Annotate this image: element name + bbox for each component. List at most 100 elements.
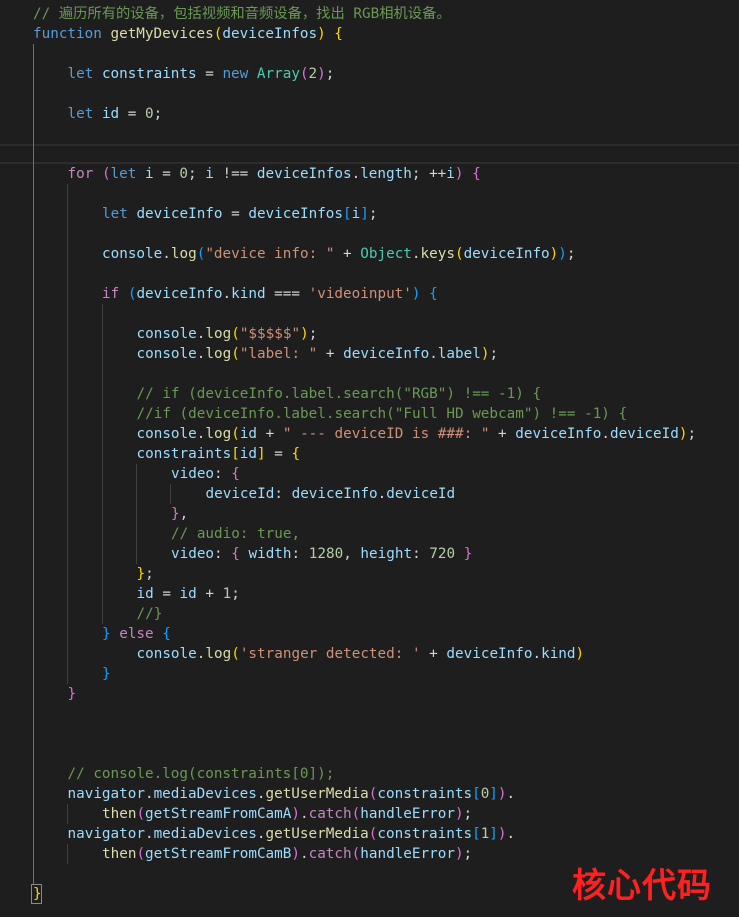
code-token: } [102, 626, 111, 642]
code-line[interactable]: if (deviceInfo.kind === 'videoinput') { [0, 284, 739, 304]
code-line[interactable]: } else { [0, 624, 739, 644]
code-token: + [317, 346, 344, 362]
code-line[interactable]: navigator.mediaDevices.getUserMedia(cons… [0, 784, 739, 804]
indent-guide [33, 44, 34, 884]
code-token: [ [343, 206, 352, 222]
code-line-text: then(getStreamFromCamB).catch(handleErro… [102, 844, 472, 864]
code-token: ) [411, 286, 421, 302]
code-token: ) [454, 166, 464, 182]
code-token: { [231, 546, 240, 562]
code-token: mediaDevices [153, 826, 257, 842]
code-token: { [472, 166, 481, 182]
code-line[interactable]: console.log("label: " + deviceInfo.label… [0, 344, 739, 364]
code-line-text: // 遍历所有的设备，包括视频和音频设备，找出 RGB相机设备。 [33, 4, 451, 24]
code-line[interactable]: } [0, 684, 739, 704]
code-token: 720 [429, 546, 456, 562]
code-token: = [153, 586, 180, 602]
code-token: // 遍历所有的设备，包括视频和音频设备，找出 RGB相机设备。 [33, 6, 451, 22]
code-token: i [205, 166, 214, 182]
code-line-text: then(getStreamFromCamA).catch(handleErro… [102, 804, 472, 824]
code-token: ; [153, 106, 163, 122]
code-line-text: video: { [171, 464, 240, 484]
code-token: 2 [308, 66, 318, 82]
code-line[interactable]: video: { [0, 464, 739, 484]
code-line[interactable]: //if (deviceInfo.label.search("Full HD w… [0, 404, 739, 424]
code-token: log [170, 246, 197, 262]
code-line[interactable]: constraints[id] = { [0, 444, 739, 464]
code-token: { [334, 26, 343, 42]
code-token: video [171, 466, 215, 482]
code-line[interactable]: console. log('stranger detected: ' + devi… [0, 644, 739, 664]
code-token: = [119, 106, 145, 122]
code-token: new [222, 66, 249, 82]
code-line[interactable]: navigator.mediaDevices.getUserMedia(cons… [0, 824, 739, 844]
code-line-text: console.log("device info: " + Object.key… [102, 244, 575, 264]
code-token: ) [300, 326, 309, 342]
code-token: deviceInfo [291, 486, 378, 502]
code-line[interactable]: } [0, 664, 739, 684]
code-line-text: console. log('stranger detected: ' + devi… [137, 644, 585, 664]
code-token: { [162, 626, 171, 642]
code-token: // audio: true, [171, 526, 301, 542]
code-token: deviceInfo [136, 206, 223, 222]
code-line[interactable]: }, [0, 504, 739, 524]
code-line[interactable]: video: { width: 1280, height: 720 } [0, 544, 739, 564]
code-token: ; [687, 426, 697, 442]
code-token: [ [472, 786, 481, 802]
code-editor[interactable]: // 遍历所有的设备，包括视频和音频设备，找出 RGB相机设备。 function… [0, 0, 739, 917]
code-line[interactable]: // audio: true, [0, 524, 739, 544]
code-line[interactable]: id = id + 1; [0, 584, 739, 604]
code-token: console [136, 346, 197, 362]
code-line[interactable]: function getMyDevices(deviceInfos) { [0, 24, 739, 44]
code-token: : [274, 486, 292, 502]
code-token: kind [231, 286, 266, 302]
code-token: function [33, 26, 102, 42]
code-token: // if (deviceInfo.label.search("RGB") !=… [136, 386, 542, 402]
code-token: width [248, 546, 292, 562]
code-line[interactable]: // 遍历所有的设备，包括视频和音频设备，找出 RGB相机设备。 [0, 4, 739, 24]
code-token: i [446, 166, 455, 182]
code-line-text: navigator.mediaDevices.getUserMedia(cons… [68, 784, 516, 804]
code-token: //} [136, 606, 163, 622]
code-token: video [171, 546, 215, 562]
code-line[interactable]: deviceId: deviceInfo.deviceId [0, 484, 739, 504]
code-line[interactable]: then(getStreamFromCamA).catch(handleErro… [0, 804, 739, 824]
code-line[interactable]: console.log("device info: " + Object.key… [0, 244, 739, 264]
code-token: ) [454, 846, 464, 862]
code-token: deviceInfos [256, 166, 352, 182]
code-line[interactable]: let id = 0; [0, 104, 739, 124]
code-line[interactable]: // if (deviceInfo.label.search("RGB") !=… [0, 384, 739, 404]
code-line-text: console. log(id + " --- deviceID is ###: … [137, 424, 697, 444]
code-token: id [239, 446, 258, 462]
code-token: : [214, 466, 232, 482]
code-line[interactable]: // console.log(constraints[0]); [0, 764, 739, 784]
code-line[interactable]: for (let i = 0; i !== deviceInfos.length… [0, 164, 739, 184]
code-line[interactable]: }; [0, 564, 739, 584]
code-token: === [265, 286, 309, 302]
code-token: getStreamFromCamA [145, 806, 292, 822]
code-line[interactable]: console.log("$$$$$"); [0, 324, 739, 344]
code-token: handleError [360, 846, 455, 862]
code-token: "label: " [239, 346, 318, 362]
code-line[interactable]: let deviceInfo = deviceInfos[i]; [0, 204, 739, 224]
code-token: ) [291, 806, 300, 822]
code-token: { [291, 446, 301, 462]
code-line[interactable]: //} [0, 604, 739, 624]
code-line-text: } else { [102, 624, 171, 644]
code-token: catch [308, 806, 352, 822]
code-token: getStreamFromCamB [145, 846, 292, 862]
code-token: log [205, 326, 232, 342]
code-line-text: deviceId: deviceInfo.deviceId [206, 484, 456, 504]
code-line[interactable]: let constraints = new Array(2); [0, 64, 739, 84]
current-line-highlight [0, 144, 739, 164]
code-token: deviceId [609, 426, 679, 442]
code-line[interactable]: console. log(id + " --- deviceID is ###: … [0, 424, 739, 444]
code-token: deviceInfo [463, 246, 550, 262]
code-token: ] [489, 786, 498, 802]
code-token: constraints [377, 786, 473, 802]
code-token: console [136, 326, 197, 342]
